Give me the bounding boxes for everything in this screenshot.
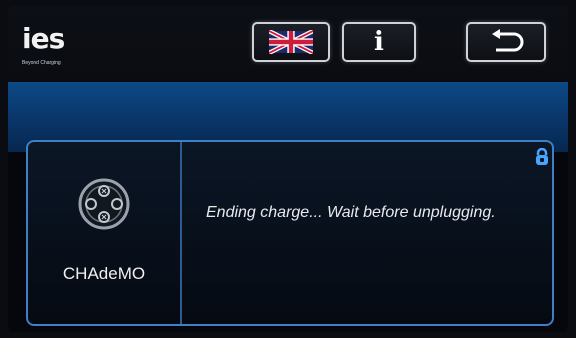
logo-subtitle: Beyond Charging: [22, 60, 61, 66]
info-button[interactable]: i: [342, 22, 416, 62]
charger-screen: ies Beyond Charging i CHAdeMO Ending cha…: [8, 6, 568, 332]
main-content: CHAdeMO Ending charge... Wait before unp…: [8, 106, 568, 332]
return-arrow-icon: [492, 29, 524, 52]
info-icon: i: [374, 27, 384, 57]
connector-name: CHAdeMO: [62, 264, 146, 283]
lock-status-icon: [536, 148, 548, 165]
chademo-connector-icon: [78, 178, 130, 230]
back-button[interactable]: [466, 22, 546, 62]
connector-cell[interactable]: CHAdeMO: [28, 142, 182, 324]
top-bar: ies Beyond Charging i: [8, 6, 568, 82]
language-button[interactable]: [252, 22, 330, 62]
uk-flag-icon: [269, 30, 313, 54]
logo-text: ies: [22, 22, 65, 55]
status-message: Ending charge... Wait before unplugging.: [206, 204, 496, 221]
charging-panel: CHAdeMO Ending charge... Wait before unp…: [26, 140, 554, 326]
ies-logo: ies Beyond Charging: [20, 22, 90, 74]
